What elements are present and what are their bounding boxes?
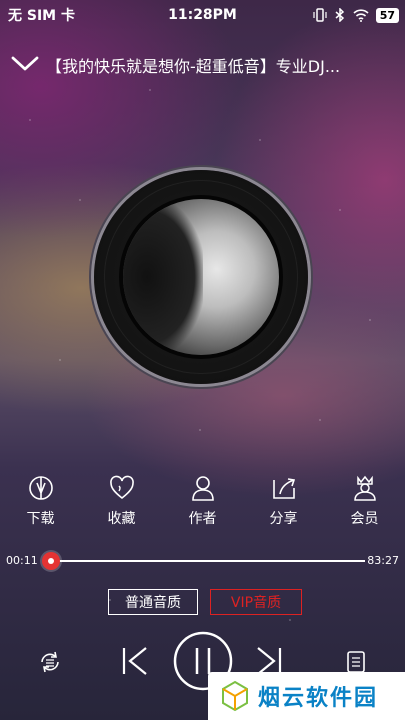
player-header: 【我的快乐就是想你-超重低音】专业DJ... xyxy=(0,44,405,84)
action-row: 下载 收藏 作者 分享 会员 xyxy=(0,474,405,528)
download-icon xyxy=(28,476,53,500)
vip-member-button[interactable]: 会员 xyxy=(335,474,395,528)
status-bar: 无 SIM 卡 11:28PM 57 xyxy=(0,0,405,30)
vip-quality-button[interactable]: VIP音质 xyxy=(210,589,302,615)
standard-quality-button[interactable]: 普通音质 xyxy=(108,589,198,615)
current-time: 00:11 xyxy=(6,554,38,567)
watermark-text: 烟云软件园 xyxy=(258,686,379,711)
wifi-icon xyxy=(353,8,369,22)
seek-thumb[interactable] xyxy=(41,552,60,570)
download-label: 下载 xyxy=(26,511,55,527)
share-icon xyxy=(272,478,295,499)
song-title: 【我的快乐就是想你-超重低音】专业DJ... xyxy=(46,57,341,76)
album-cover-image xyxy=(123,199,279,355)
album-disc xyxy=(94,170,308,384)
cover-shadow xyxy=(123,199,203,355)
favorite-button[interactable]: 收藏 xyxy=(92,474,152,528)
battery-icon: 57 xyxy=(375,7,399,23)
progress-bar: 00:11 83:27 xyxy=(0,546,405,576)
quality-selector: 普通音质 VIP音质 xyxy=(108,589,302,615)
total-time: 83:27 xyxy=(367,554,399,567)
user-icon xyxy=(191,476,214,501)
watermark-logo: 烟云软件园 xyxy=(208,672,405,720)
author-button[interactable]: 作者 xyxy=(173,474,233,528)
bluetooth-icon xyxy=(335,8,344,22)
heart-icon xyxy=(109,475,134,500)
cube-logo-icon xyxy=(222,680,248,712)
repeat-mode-icon[interactable] xyxy=(36,648,64,676)
favorite-label: 收藏 xyxy=(107,511,136,527)
previous-track-icon[interactable] xyxy=(118,644,152,678)
share-button[interactable]: 分享 xyxy=(254,474,314,528)
crown-icon xyxy=(353,475,376,501)
collapse-chevron-icon[interactable] xyxy=(10,52,40,74)
author-label: 作者 xyxy=(188,511,217,527)
vibrate-icon xyxy=(313,8,327,22)
download-button[interactable]: 下载 xyxy=(11,474,71,528)
seek-track[interactable] xyxy=(41,552,365,570)
status-icons: 57 xyxy=(313,7,399,23)
vip-member-label: 会员 xyxy=(350,511,379,527)
share-label: 分享 xyxy=(269,511,298,527)
